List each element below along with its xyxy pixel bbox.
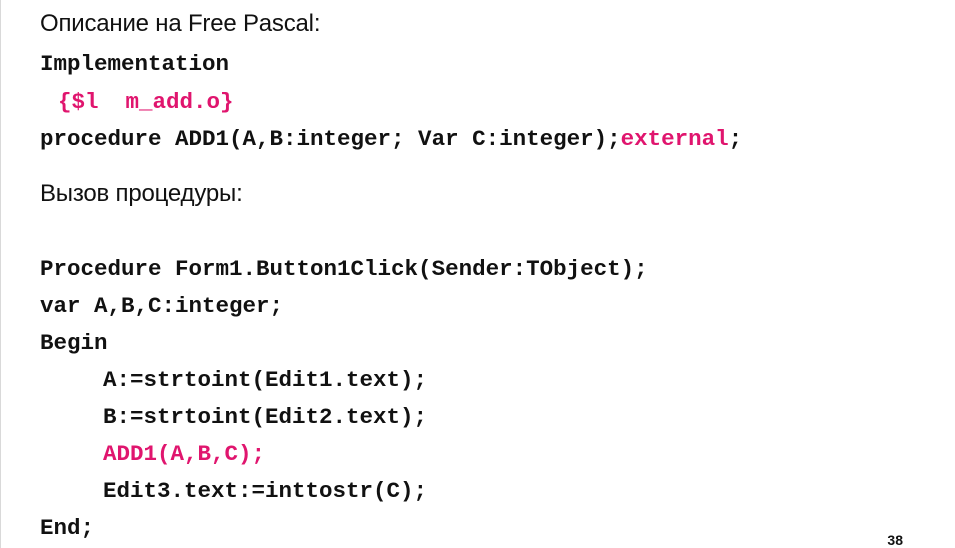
code-proc-header: Procedure Form1.Button1Click(Sender:TObj… xyxy=(40,256,648,282)
code-link-directive: {$l m_add.o} xyxy=(58,89,234,115)
code-call-add1: ADD1(A,B,C); xyxy=(103,441,266,467)
slide: Описание на Free Pascal: Implementation … xyxy=(0,0,955,548)
code-implementation: Implementation xyxy=(40,51,230,77)
code-procedure-declaration: procedure ADD1(A,B:integer; Var C:intege… xyxy=(40,125,742,153)
code-assign-a: A:=strtoint(Edit1.text); xyxy=(103,367,428,393)
section-heading-description: Описание на Free Pascal: xyxy=(40,10,321,37)
code-assign-edit3: Edit3.text:=inttostr(C); xyxy=(103,478,428,504)
code-assign-b: B:=strtoint(Edit2.text); xyxy=(103,404,428,430)
code-begin: Begin xyxy=(40,330,108,356)
external-keyword: external xyxy=(620,126,729,152)
section-heading-call: Вызов процедуры: xyxy=(40,180,243,207)
code-end: End; xyxy=(40,515,95,541)
page-number: 38 xyxy=(887,532,903,548)
code-var-decl: var A,B,C:integer; xyxy=(40,293,284,319)
trailing-semicolon: ; xyxy=(728,126,743,152)
procedure-signature: procedure ADD1(A,B:integer; Var C:intege… xyxy=(40,126,621,152)
